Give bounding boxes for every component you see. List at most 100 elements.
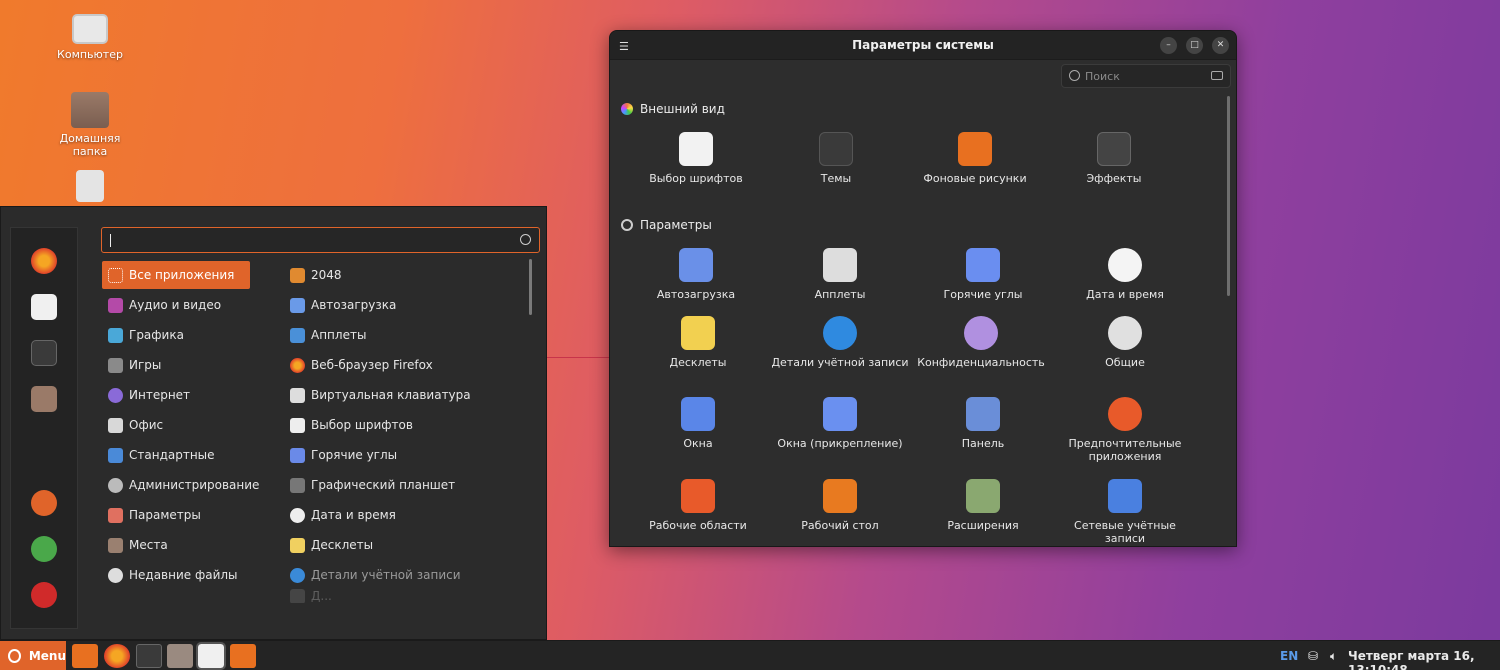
terminal-icon[interactable]	[136, 644, 162, 668]
category-label: Стандартные	[129, 448, 215, 462]
window-title: Параметры системы	[852, 38, 994, 52]
menu-button[interactable]: Menu	[0, 641, 66, 670]
settings-scrollbar[interactable]	[1227, 96, 1230, 296]
windows-icon	[681, 397, 715, 431]
terminal-icon[interactable]	[31, 340, 57, 366]
category-item[interactable]: Аудио и видео	[102, 291, 250, 319]
settings-item-date-time[interactable]: Дата и время	[1054, 248, 1196, 301]
category-item[interactable]: Администрирование	[102, 471, 259, 499]
desktop-icon-computer[interactable]: Компьютер	[45, 14, 135, 61]
app-list-item[interactable]: 2048	[284, 261, 342, 289]
hot-corners-icon	[290, 447, 305, 463]
lock-icon[interactable]	[31, 490, 57, 516]
app-list-item[interactable]: Апплеты	[284, 321, 366, 349]
settings-item-applets[interactable]: Апплеты	[769, 248, 911, 301]
app-list-item[interactable]: Виртуальная клавиатура	[284, 381, 471, 409]
category-item[interactable]: Стандартные	[102, 441, 250, 469]
window-titlebar[interactable]: ☰ Параметры системы – □ ✕	[610, 31, 1236, 60]
category-item[interactable]: Графика	[102, 321, 250, 349]
themes-icon	[819, 132, 853, 166]
favorites-sidebar	[10, 227, 78, 629]
settings-item-windows[interactable]: Окна	[627, 397, 769, 450]
places-icon	[108, 537, 123, 553]
files-icon[interactable]	[167, 644, 193, 668]
computer-icon	[72, 14, 108, 44]
desktop-icon[interactable]	[72, 644, 98, 668]
settings-item-account[interactable]: Детали учётной записи	[769, 316, 911, 369]
logout-icon[interactable]	[31, 536, 57, 562]
app-list-item[interactable]: Выбор шрифтов	[284, 411, 413, 439]
settings-icon[interactable]	[196, 642, 226, 670]
app-list-scrollbar[interactable]	[529, 259, 532, 315]
settings-item-autostart[interactable]: Автозагрузка	[625, 248, 767, 301]
app-list-item[interactable]: Дата и время	[284, 501, 396, 529]
app-list-item[interactable]: Веб-браузер Firefox	[284, 351, 433, 379]
category-item[interactable]: Недавние файлы	[102, 561, 250, 589]
settings-item-general[interactable]: Общие	[1054, 316, 1196, 369]
desktop-wallpaper-line	[547, 357, 611, 358]
settings-item-panel[interactable]: Панель	[912, 397, 1054, 450]
app-label: Автозагрузка	[311, 298, 397, 312]
category-item[interactable]: Интернет	[102, 381, 250, 409]
settings-item-window-tiling[interactable]: Окна (прикрепление)	[769, 397, 911, 450]
settings-item-online-accounts[interactable]: Сетевые учётные записи	[1054, 479, 1196, 545]
close-button[interactable]: ✕	[1212, 37, 1229, 54]
privacy-icon	[964, 316, 998, 350]
category-all-apps[interactable]: Все приложения	[102, 261, 250, 289]
app-list-item[interactable]: Детали учётной записи	[284, 561, 461, 589]
settings-item-privacy[interactable]: Конфиденциальность	[910, 316, 1052, 369]
item-label: Конфиденциальность	[917, 356, 1045, 369]
category-label: Администрирование	[129, 478, 260, 492]
desktop-icon-home[interactable]: Домашняя папка	[45, 92, 135, 158]
app-list-item[interactable]: Графический планшет	[284, 471, 455, 499]
desktop-icon-trash[interactable]	[45, 170, 135, 206]
minimize-button[interactable]: –	[1160, 37, 1177, 54]
app-label: Дата и время	[311, 508, 396, 522]
settings-item-desklets[interactable]: Десклеты	[627, 316, 769, 369]
keyboard-layout-indicator[interactable]: EN	[1280, 649, 1298, 663]
category-item[interactable]: Параметры	[102, 501, 250, 529]
item-label: Окна (прикрепление)	[777, 437, 903, 450]
gamepad-icon	[108, 357, 123, 373]
account-icon	[823, 316, 857, 350]
settings-item-wallpaper[interactable]: Фоновые рисунки	[904, 132, 1046, 185]
firefox-icon[interactable]	[31, 248, 57, 274]
settings-item-fonts[interactable]: Выбор шрифтов	[625, 132, 767, 185]
menu-search-input[interactable]	[101, 227, 540, 253]
files-icon[interactable]	[31, 386, 57, 412]
category-item[interactable]: Офис	[102, 411, 250, 439]
app-list-item[interactable]: Д...	[284, 589, 332, 603]
power-icon[interactable]	[31, 582, 57, 608]
settings-item-effects[interactable]: Эффекты	[1043, 132, 1185, 185]
app-list-item[interactable]: Автозагрузка	[284, 291, 396, 319]
app-label: Веб-браузер Firefox	[311, 358, 433, 372]
online-accounts-icon	[1108, 479, 1142, 513]
fonts-icon	[290, 417, 305, 433]
item-label: Общие	[1105, 356, 1145, 369]
wallpaper-icon[interactable]	[230, 644, 256, 668]
category-item[interactable]: Места	[102, 531, 250, 559]
desklets-icon	[681, 316, 715, 350]
app-list-item[interactable]: Горячие углы	[284, 441, 397, 469]
menu-logo-icon	[8, 649, 21, 663]
settings-item-desktop[interactable]: Рабочий стол	[769, 479, 911, 532]
app-list-item[interactable]: Десклеты	[284, 531, 373, 559]
clock[interactable]: Четверг марта 16, 13:10:48	[1348, 649, 1500, 670]
maximize-button[interactable]: □	[1186, 37, 1203, 54]
volume-icon[interactable]: 🔈︎	[1330, 649, 1337, 664]
network-icon[interactable]: ⛁	[1308, 649, 1318, 663]
settings-item-themes[interactable]: Темы	[765, 132, 907, 185]
settings-icon	[108, 507, 123, 523]
settings-item-hot-corners[interactable]: Горячие углы	[912, 248, 1054, 301]
settings-item-preferred-apps[interactable]: Предпочтительные приложения	[1054, 397, 1196, 463]
app-label: Графический планшет	[311, 478, 456, 492]
settings-search-input[interactable]: Поиск	[1061, 64, 1231, 88]
category-item[interactable]: Игры	[102, 351, 250, 379]
clear-icon[interactable]	[1211, 71, 1223, 80]
item-label: Апплеты	[814, 288, 866, 301]
settings-icon[interactable]	[31, 294, 57, 320]
settings-item-workspaces[interactable]: Рабочие области	[627, 479, 769, 532]
firefox-icon[interactable]	[104, 644, 130, 668]
settings-item-extensions[interactable]: Расширения	[912, 479, 1054, 532]
preferences-icon	[621, 219, 633, 231]
